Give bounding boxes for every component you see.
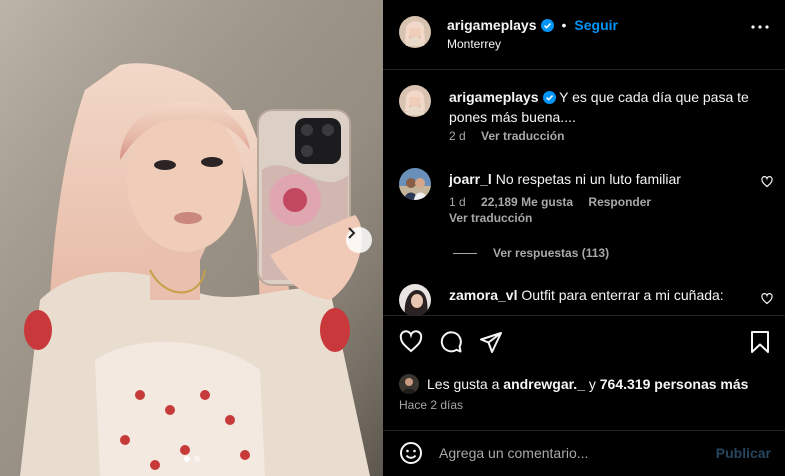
publish-button[interactable]: Publicar (716, 445, 771, 461)
heart-icon[interactable] (399, 330, 423, 354)
caption-translate-link[interactable]: Ver traducción (481, 129, 564, 143)
post-panel: arigameplays • Seguir Monterrey arigamep… (383, 0, 785, 476)
comment-username[interactable]: zamora_vl (449, 287, 517, 303)
action-bar (399, 330, 503, 354)
comment-text: Outfit para enterrar a mi cuñada: (521, 287, 724, 303)
avatar-image (399, 284, 431, 315)
comment-username[interactable]: joarr_l (449, 171, 492, 187)
post-time: Hace 2 días (399, 398, 464, 412)
comment-avatar[interactable] (399, 168, 431, 200)
avatar-image (399, 85, 431, 117)
likes-middle: y (588, 376, 596, 392)
caption-username[interactable]: arigameplays (449, 89, 539, 105)
chevron-right-icon (348, 227, 356, 239)
avatar-image (399, 168, 431, 200)
caption-avatar[interactable] (399, 85, 431, 117)
liker-avatar (399, 374, 419, 394)
post-actions: Les gusta a andrewgar._ y 764.319 person… (383, 315, 785, 430)
more-icon[interactable] (751, 25, 769, 29)
heart-icon[interactable] (761, 176, 773, 188)
post-header: arigameplays • Seguir Monterrey (383, 0, 785, 70)
reply-button[interactable]: Responder (588, 195, 651, 209)
caption-age: 2 d (449, 129, 466, 143)
comment-text: No respetas ni un luto familiar (495, 171, 681, 187)
verified-icon (540, 18, 554, 32)
comment-icon[interactable] (439, 330, 463, 354)
share-icon[interactable] (479, 330, 503, 354)
comment-translate-row: Ver traducción (449, 211, 532, 225)
comment-composer: Publicar (383, 430, 785, 476)
replies-divider (453, 252, 477, 254)
comments-list[interactable]: arigameplays Y es que cada día que pasa … (383, 71, 785, 315)
likes-user[interactable]: andrewgar._ (503, 376, 585, 392)
avatar[interactable] (399, 16, 431, 48)
heart-icon[interactable] (761, 293, 773, 305)
view-replies-label: Ver respuestas (113) (493, 246, 610, 260)
emoji-icon[interactable] (399, 441, 423, 465)
post-media[interactable] (0, 0, 383, 476)
comment-like-count[interactable]: 22,189 Me gusta (481, 195, 573, 209)
caption-text-block: arigameplays Y es que cada día que pasa … (449, 87, 759, 127)
post-photo (0, 0, 383, 476)
carousel-next-button[interactable] (346, 227, 372, 253)
comment-translate-link[interactable]: Ver traducción (449, 211, 532, 225)
follow-button[interactable]: Seguir (574, 17, 618, 33)
location-link[interactable]: Monterrey (447, 37, 501, 51)
likes-count[interactable]: 764.319 personas más (600, 376, 749, 392)
comment-text-block: joarr_l No respetas ni un luto familiar (449, 170, 681, 188)
bookmark-icon[interactable] (749, 330, 771, 354)
comment-avatar[interactable] (399, 284, 431, 315)
carousel-dot (193, 456, 200, 462)
verified-icon (542, 91, 556, 104)
view-replies-button[interactable]: Ver respuestas (113) (453, 246, 609, 260)
likes-prefix: Les gusta a (427, 376, 500, 392)
avatar-image (399, 16, 431, 48)
carousel-indicator (0, 456, 383, 462)
avatar-image (399, 374, 419, 394)
header-separator: • (561, 17, 567, 33)
header-user-row: arigameplays • Seguir (447, 17, 618, 33)
comment-age: 1 d (449, 195, 466, 209)
comment-meta: 1 d 22,189 Me gusta Responder (449, 195, 663, 209)
carousel-dot-active (183, 456, 190, 462)
likes-summary[interactable]: Les gusta a andrewgar._ y 764.319 person… (399, 374, 748, 394)
header-username[interactable]: arigameplays (447, 17, 537, 33)
comment-text-block: zamora_vl Outfit para enterrar a mi cuña… (449, 286, 724, 304)
comment-input[interactable] (439, 445, 699, 461)
caption-meta: 2 d Ver traducción (449, 129, 576, 143)
